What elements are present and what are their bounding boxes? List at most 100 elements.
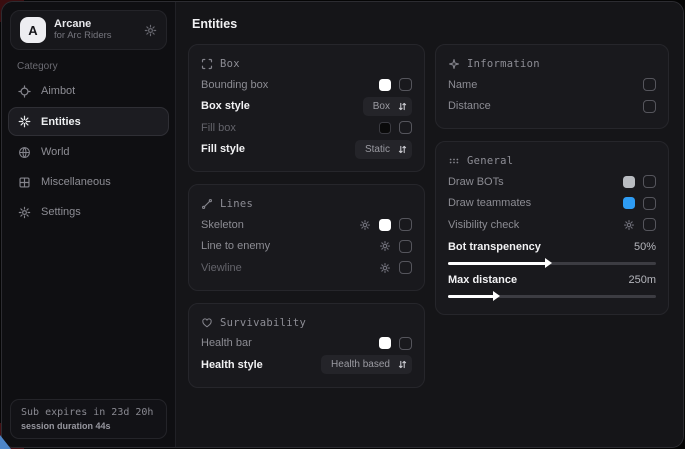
bot-transpenency-value: 50%	[634, 241, 656, 253]
card-header: Survivability	[201, 313, 412, 333]
name-checkbox[interactable]	[643, 78, 656, 91]
bot-transpenency-slider-group: Bot transpenency50%	[448, 237, 656, 265]
bot-transpenency-slider[interactable]	[448, 262, 656, 265]
cheat-menu-window: A Arcane for Arc Riders Category AimbotE…	[1, 1, 684, 448]
setting-row-health-bar: Health bar	[201, 333, 412, 355]
row-label: Max distance	[448, 274, 628, 286]
logo-card: A Arcane for Arc Riders	[10, 10, 167, 50]
line-to-enemy-checkbox[interactable]	[399, 240, 412, 253]
row-controls	[623, 175, 656, 188]
health-bar-color-swatch[interactable]	[379, 337, 391, 349]
setting-row-name: Name	[448, 74, 656, 96]
row-label: Skeleton	[201, 219, 359, 231]
card-header: Lines	[201, 194, 412, 214]
logo-text: Arcane for Arc Riders	[54, 18, 136, 42]
row-label: Health style	[201, 359, 321, 371]
setting-row-fill-box: Fill box	[201, 117, 412, 139]
sidebar: A Arcane for Arc Riders Category AimbotE…	[2, 2, 176, 447]
box-style-dropdown[interactable]: Box	[363, 97, 412, 116]
card-general: General Draw BOTs Draw teammates Visibility…	[435, 141, 669, 315]
row-controls: Static	[355, 140, 412, 159]
row-label: Box style	[201, 100, 363, 112]
gear-icon	[18, 206, 31, 219]
setting-row-line-to-enemy: Line to enemy	[201, 236, 412, 258]
setting-row-draw-bots: Draw BOTs	[448, 171, 656, 193]
sort-icon	[397, 359, 408, 370]
max-distance-slider[interactable]	[448, 295, 656, 298]
row-controls	[379, 240, 412, 253]
slider-thumb[interactable]	[493, 291, 500, 301]
visibility-check-settings-icon[interactable]	[623, 219, 635, 231]
slider-thumb[interactable]	[545, 258, 552, 268]
sidebar-item-miscellaneous[interactable]: Miscellaneous	[8, 167, 169, 197]
dots-grid-icon	[448, 155, 460, 167]
row-label: Draw BOTs	[448, 176, 623, 188]
fill-box-checkbox[interactable]	[399, 121, 412, 134]
sidebar-item-aimbot[interactable]: Aimbot	[8, 76, 169, 106]
dropdown-value: Box	[373, 101, 390, 112]
page-title: Entities	[192, 17, 669, 31]
setting-row-visibility-check: Visibility check	[448, 214, 656, 236]
draw-teammates-color-swatch[interactable]	[623, 197, 635, 209]
skeleton-checkbox[interactable]	[399, 218, 412, 231]
heart-icon	[201, 317, 213, 329]
globe-icon	[18, 146, 31, 159]
dropdown-value: Static	[365, 144, 390, 155]
sidebar-item-label: Aimbot	[41, 85, 75, 97]
skeleton-settings-icon[interactable]	[359, 219, 371, 231]
row-controls	[643, 78, 656, 91]
row-controls	[643, 100, 656, 113]
distance-checkbox[interactable]	[643, 100, 656, 113]
sidebar-item-label: Settings	[41, 206, 81, 218]
visibility-check-checkbox[interactable]	[643, 218, 656, 231]
viewline-checkbox[interactable]	[399, 261, 412, 274]
skeleton-color-swatch[interactable]	[379, 219, 391, 231]
max-distance-value: 250m	[628, 274, 656, 286]
entities-icon	[18, 115, 31, 128]
row-label: Fill style	[201, 143, 355, 155]
health-style-dropdown[interactable]: Health based	[321, 355, 412, 374]
crosshair-icon	[18, 85, 31, 98]
mouse-cursor	[0, 435, 11, 449]
row-controls	[359, 218, 412, 231]
box-corners-icon	[201, 58, 213, 70]
session-duration-text: session duration 44s	[21, 421, 156, 431]
row-label: Health bar	[201, 337, 379, 349]
sidebar-item-settings[interactable]: Settings	[8, 197, 169, 227]
draw-bots-checkbox[interactable]	[643, 175, 656, 188]
sparkle-icon	[448, 58, 460, 70]
sort-icon	[397, 101, 408, 112]
row-controls: Health based	[321, 355, 412, 374]
fill-box-color-swatch[interactable]	[379, 122, 391, 134]
card-survivability: Survivability Health bar Health style Healt…	[188, 303, 425, 388]
draw-bots-color-swatch[interactable]	[623, 176, 635, 188]
row-label: Distance	[448, 100, 643, 112]
setting-row-skeleton: Skeleton	[201, 214, 412, 236]
row-label: Draw teammates	[448, 197, 623, 209]
fill-style-dropdown[interactable]: Static	[355, 140, 412, 159]
setting-row-distance: Distance	[448, 96, 656, 118]
slider-fill	[448, 262, 546, 265]
card-title: Box	[220, 58, 240, 70]
health-bar-checkbox[interactable]	[399, 337, 412, 350]
card-box: Box Bounding box Box style Box Fill box Fill …	[188, 44, 425, 172]
sidebar-nav: Aimbot EntitiesWorld Miscellaneous Settings	[2, 76, 175, 227]
dropdown-value: Health based	[331, 359, 390, 370]
grid-icon	[18, 176, 31, 189]
card-title: Information	[467, 58, 540, 70]
bounding-box-checkbox[interactable]	[399, 78, 412, 91]
row-label: Bounding box	[201, 79, 379, 91]
draw-teammates-checkbox[interactable]	[643, 197, 656, 210]
viewline-settings-icon[interactable]	[379, 262, 391, 274]
sidebar-item-label: Miscellaneous	[41, 176, 111, 188]
sidebar-item-world[interactable]: World	[8, 137, 169, 167]
cards-area: Box Bounding box Box style Box Fill box Fill …	[188, 44, 669, 388]
line-to-enemy-settings-icon[interactable]	[379, 240, 391, 252]
sidebar-item-entities[interactable]: Entities	[8, 107, 169, 136]
row-label: Name	[448, 79, 643, 91]
main-panel: Entities Box Bounding box Box style Box Fill…	[176, 2, 683, 447]
card-header: General	[448, 151, 656, 171]
bounding-box-color-swatch[interactable]	[379, 79, 391, 91]
card-information: Information Name Distance	[435, 44, 669, 129]
gear-icon[interactable]	[144, 24, 157, 37]
